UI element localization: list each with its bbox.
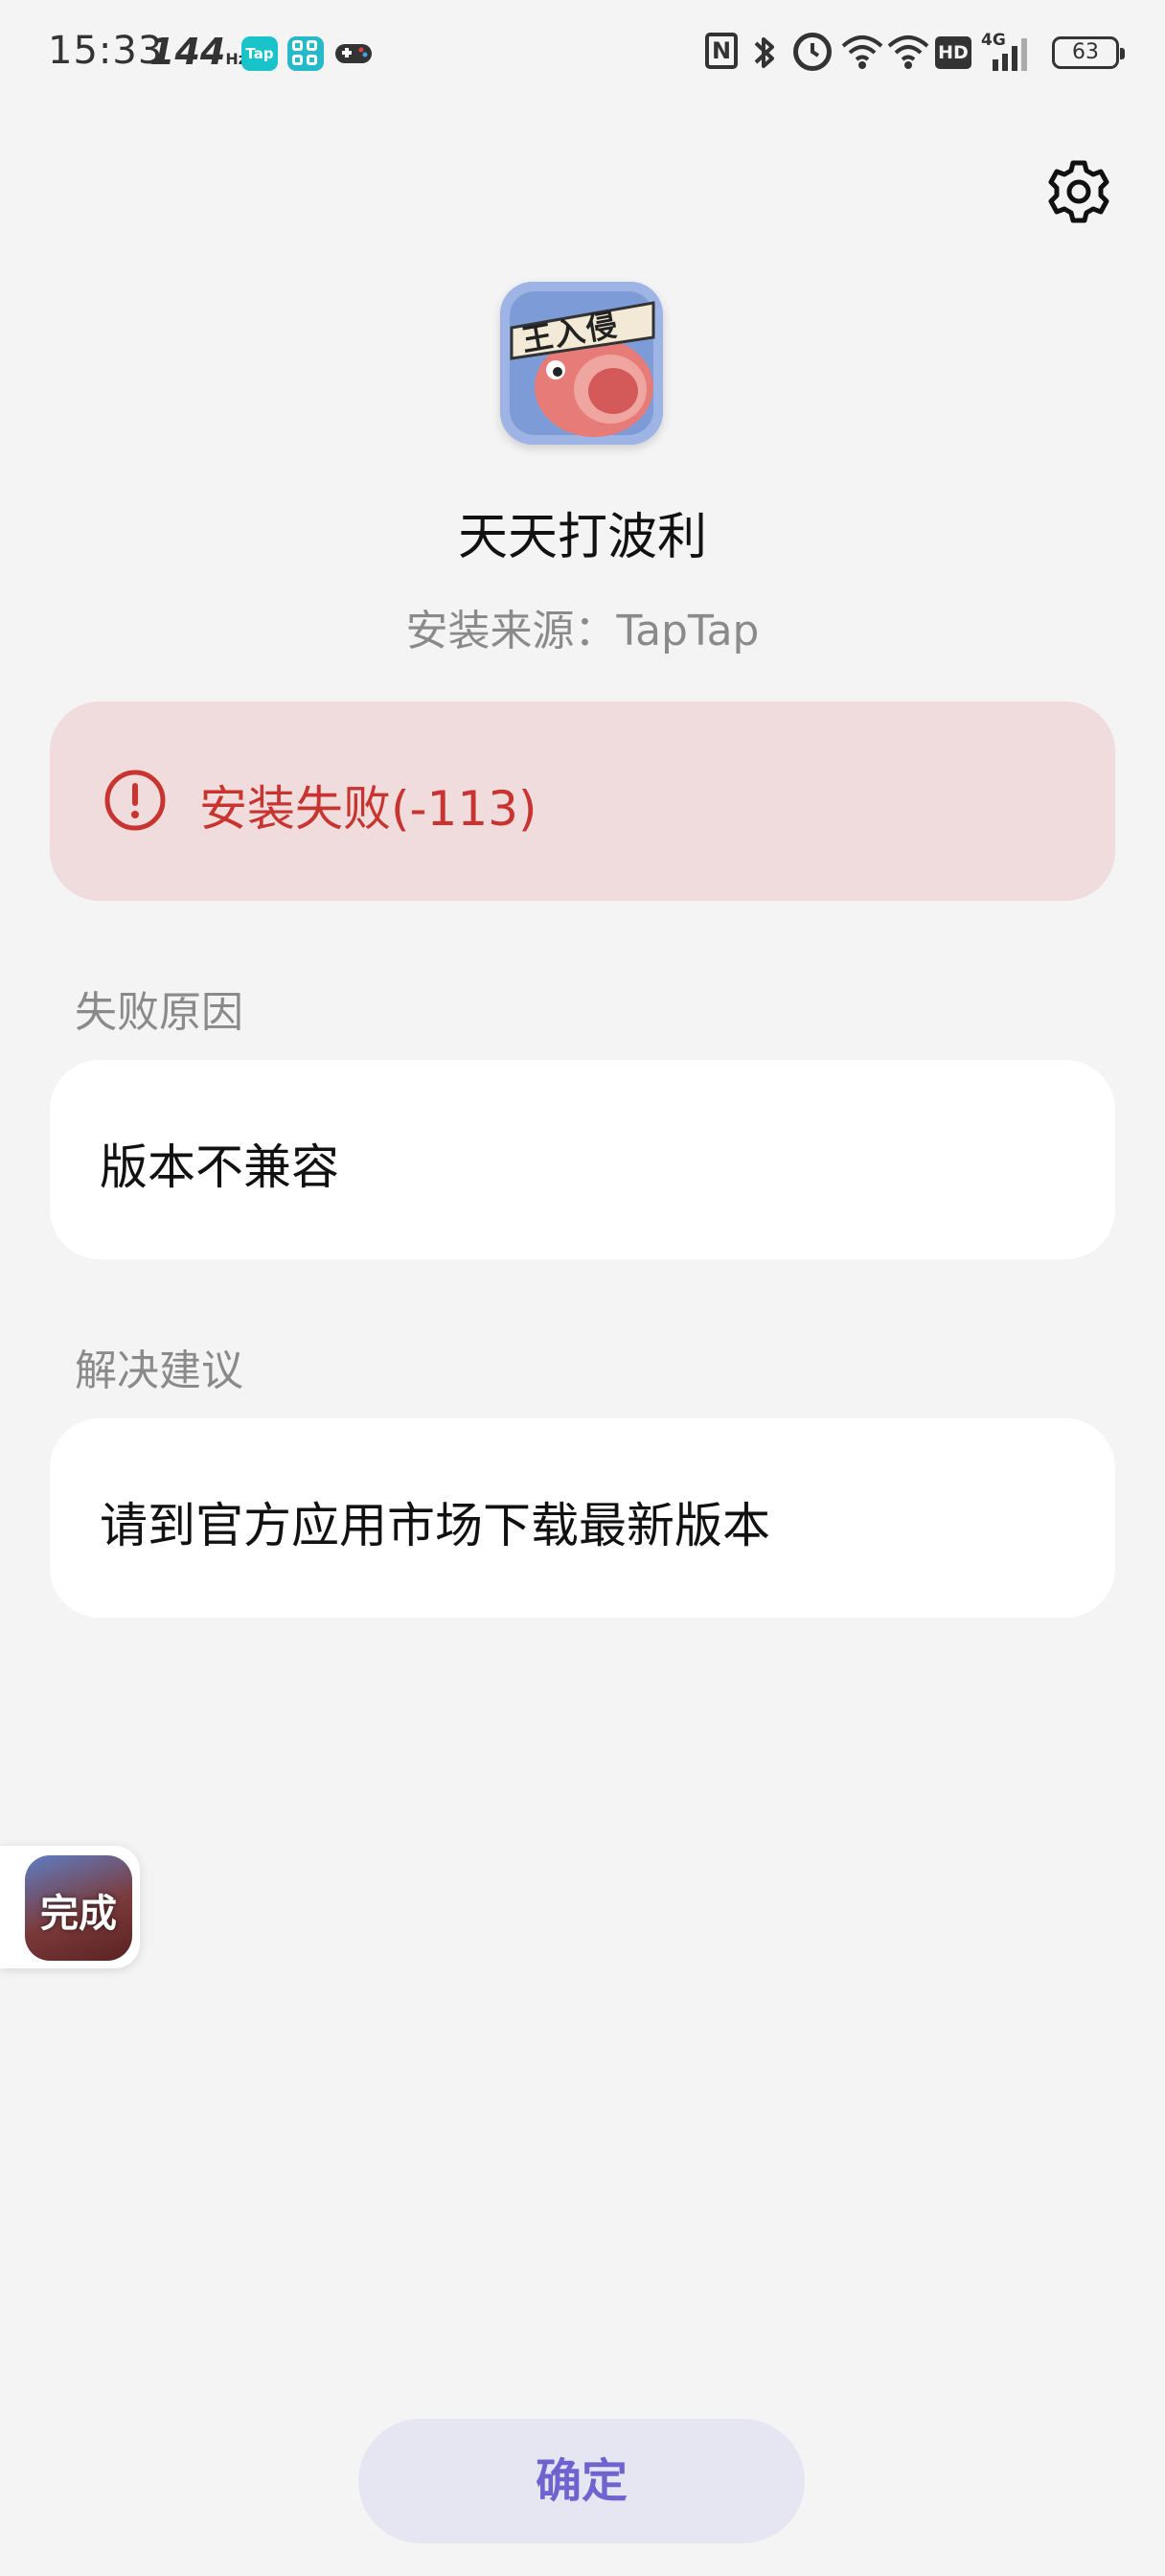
alarm-icon [793, 33, 832, 71]
status-time: 15:33 [48, 29, 164, 73]
taptap-notification-icon: Tap [241, 36, 278, 71]
wifi-secondary-icon [887, 33, 929, 75]
error-banner: 安装失败(-113) [50, 702, 1115, 901]
app-grid-notification-icon [287, 36, 324, 71]
nfc-icon: N [705, 33, 738, 69]
floating-widget-label: 完成 [40, 1892, 117, 1936]
confirm-button[interactable]: 确定 [358, 2419, 805, 2543]
settings-button[interactable] [1044, 157, 1113, 226]
error-message: 安装失败(-113) [199, 781, 537, 837]
wifi-icon [841, 33, 883, 75]
install-source-value: TapTap [616, 607, 760, 656]
status-bar: 15:33 144Hz Tap N HD 4G 63 [0, 0, 1165, 105]
floating-widget-thumbnail: 完成 [25, 1855, 132, 1961]
suggestion-value: 请到官方应用市场下载最新版本 [100, 1498, 770, 1553]
exclamation-circle-icon [104, 770, 166, 831]
failure-reason-label: 失败原因 [75, 988, 243, 1037]
app-name: 天天打波利 [457, 509, 707, 566]
install-source-label: 安装来源： [405, 607, 617, 656]
cellular-signal-icon: 4G [981, 31, 1037, 75]
game-controller-icon [333, 36, 372, 71]
failure-reason-card: 版本不兼容 [50, 1060, 1115, 1259]
refresh-rate-indicator: 144Hz [149, 31, 248, 73]
suggestion-label: 解决建议 [75, 1346, 243, 1395]
suggestion-card: 请到官方应用市场下载最新版本 [50, 1418, 1115, 1618]
battery-indicator: 63 [1052, 36, 1125, 69]
gear-icon [1048, 160, 1109, 223]
failure-reason-value: 版本不兼容 [100, 1139, 339, 1195]
install-source: 安装来源：TapTap [0, 596, 1165, 657]
app-icon: 王入侵 [500, 282, 663, 445]
floating-download-widget[interactable]: 完成 [0, 1846, 140, 1968]
hd-voice-icon: HD [935, 36, 971, 69]
bluetooth-icon [751, 33, 778, 75]
